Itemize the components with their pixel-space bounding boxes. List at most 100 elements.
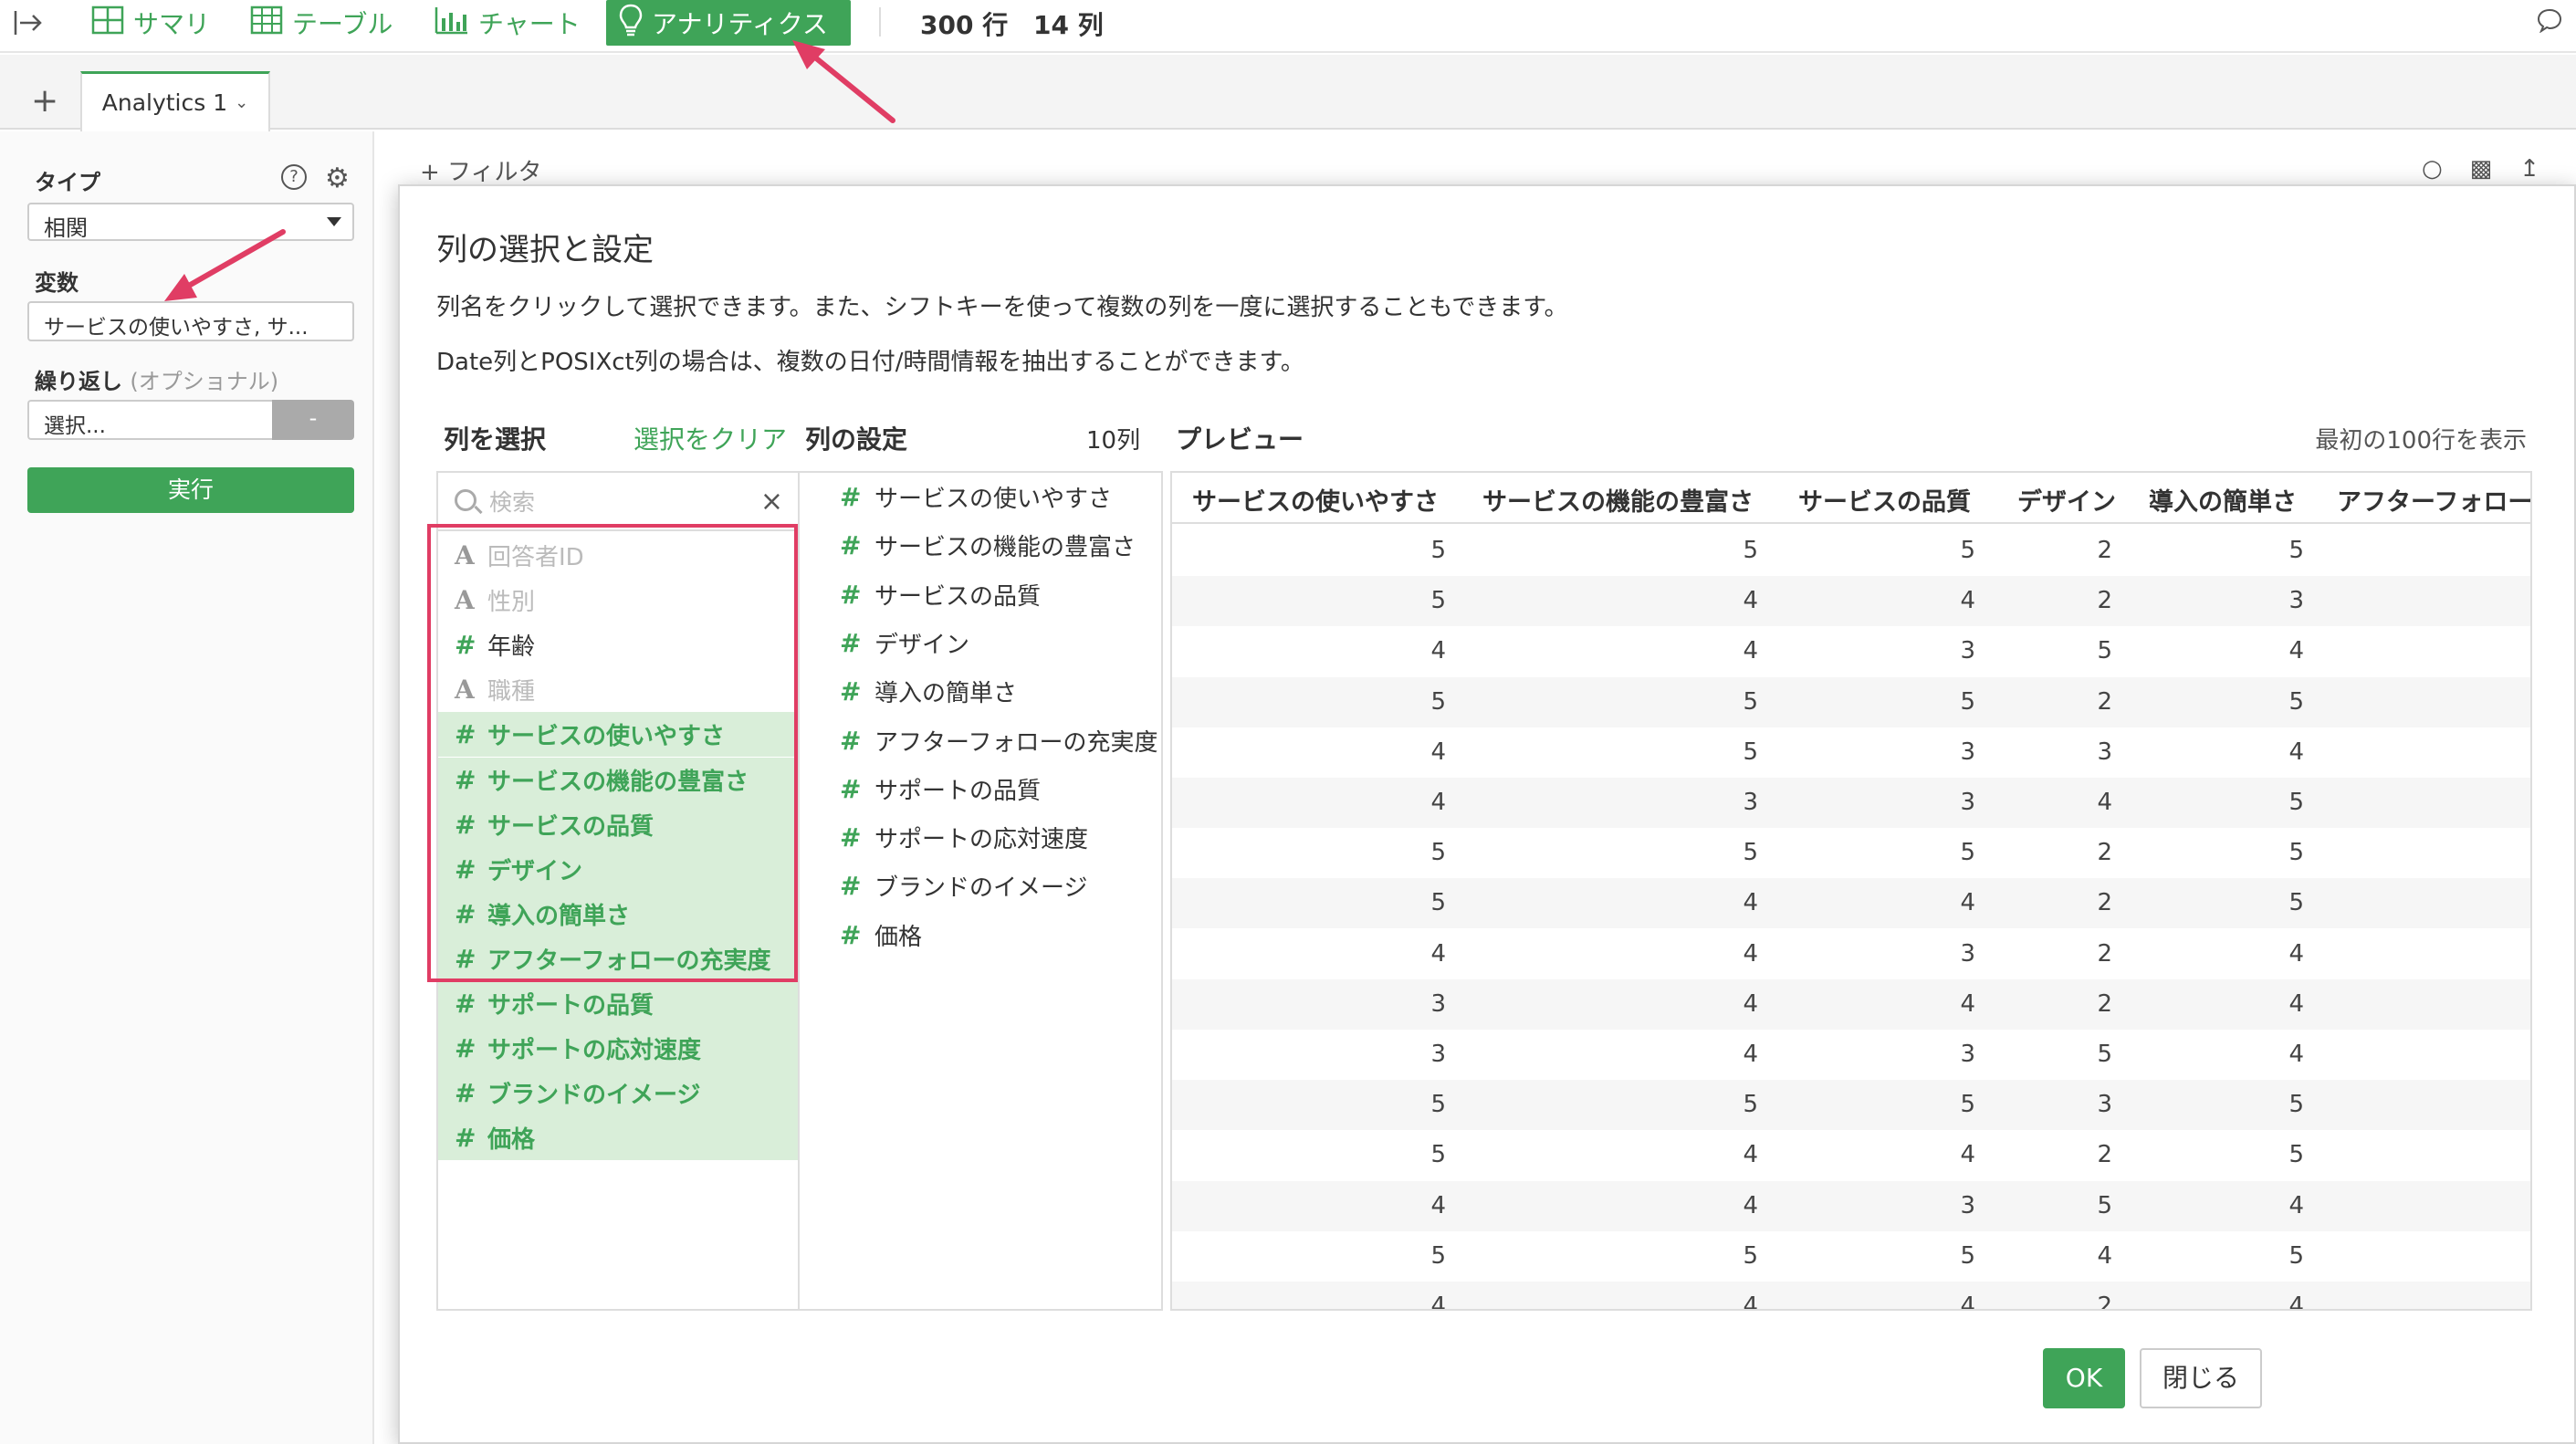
column-list-item[interactable]: # デザイン [438,846,798,892]
toolbar-divider [879,7,881,37]
tab-summary[interactable]: サマリ [91,0,210,46]
chevron-down-icon[interactable]: ⌄ [235,93,248,112]
column-list-item[interactable]: # 導入の簡単さ [438,891,798,937]
variables-field[interactable]: サービスの使いやすさ, サ... [27,301,354,341]
column-setting-label: アフターフォローの充実度 [874,728,1158,757]
bar-chart-icon [435,5,469,41]
column-setting-item[interactable]: # サポートの品質 [800,765,1159,813]
column-list-item[interactable]: # 価格 [438,1115,798,1161]
numeric-type-icon: # [840,530,862,561]
preview-cell: 3 [2097,738,2112,766]
column-list-item[interactable]: A 職種 [438,667,798,712]
preview-cell: 3 [1960,637,1975,665]
column-list-item[interactable]: # ブランドのイメージ [438,1071,798,1116]
preview-cell: 4 [1960,1141,1975,1169]
preview-cell: 5 [2288,789,2304,816]
column-setting-item[interactable]: # サービスの使いやすさ [800,473,1159,521]
search-input[interactable] [489,484,745,520]
variables-label: 変数 [35,270,79,296]
type-select[interactable]: 相関 [27,203,354,241]
main-toolbar-icons: ○▩↥ [2422,155,2567,183]
column-list: × A 回答者ID A 性別 # 年齢 A 職種 # サービスの使いやすさ # サービスの機能の豊富さ… [436,471,800,1311]
tab-analytics-1[interactable]: Analytics 1 ⌄ [80,71,270,131]
preview-row: 4 4 3 5 4 [1172,626,2530,676]
comment-icon[interactable] [2536,7,2563,34]
column-setting-item[interactable]: # サポートの応対速度 [800,813,1159,862]
preview-row: 3 4 3 5 4 [1172,1030,2530,1080]
run-button[interactable]: 実行 [27,467,354,513]
column-list-item[interactable]: # サービスの品質 [438,801,798,847]
preview-cell: 3 [1743,789,1758,816]
column-list-item[interactable]: # サポートの応対速度 [438,1026,798,1072]
column-setting-item[interactable]: # サービスの品質 [800,570,1159,619]
preview-cell: 3 [1960,789,1975,816]
preview-cell: 5 [1743,687,1758,716]
tab-analytics[interactable]: アナリティクス [606,0,851,46]
preview-cell: 4 [2288,1191,2304,1219]
numeric-type-icon: # [455,764,476,795]
column-list-item[interactable]: # サービスの機能の豊富さ [438,757,798,802]
preview-cell: 4 [2288,738,2304,766]
preview-column-header: アフターフォロー [2337,488,2532,517]
preview-row: 5 5 5 4 5 [1172,1231,2530,1282]
column-list-item[interactable]: # アフターフォローの充実度 [438,936,798,981]
search-clear-icon[interactable]: × [760,486,783,518]
analytics-settings-panel: タイプ ? ⚙ 相関 変数 サービスの使いやすさ, サ... 繰り返し (オプシ… [0,131,374,1444]
column-setting-item[interactable]: # デザイン [800,619,1159,667]
preview-cell: 4 [1430,1292,1446,1311]
close-button[interactable]: 閉じる [2140,1348,2262,1408]
column-list-item[interactable]: # サポートの品質 [438,981,798,1026]
preview-cell: 5 [1430,889,1446,917]
column-list-item-label: サービスの機能の豊富さ [487,768,749,796]
grid-icon [91,5,124,41]
export-icon[interactable]: ↥ [2519,155,2567,183]
top-toolbar: サマリ テーブル チャート アナリティクス 300 行 14 列 [0,0,2576,53]
preview-cell: 4 [2097,1241,2112,1270]
column-setting-item[interactable]: # サービスの機能の豊富さ [800,521,1159,570]
column-list-item[interactable]: A 性別 [438,578,798,623]
preview-cell: 5 [2288,1141,2304,1169]
column-list-item[interactable]: # サービスの使いやすさ [438,712,798,758]
clear-selection-link[interactable]: 選択をクリア [634,420,787,456]
column-setting-label: サポートの応対速度 [874,826,1089,854]
type-label: タイプ [35,170,100,195]
tab-chart[interactable]: チャート [435,0,581,46]
chart-icon[interactable]: ▩ [2470,155,2520,183]
column-setting-label: デザイン [874,631,970,659]
repeat-clear-button[interactable]: - [272,400,354,440]
ok-button[interactable]: OK [2043,1348,2125,1408]
help-icon[interactable]: ? [281,164,307,190]
dialog-description: 列名をクリックして選択できます。また、シフトキーを使って複数の列を一度に選択する… [436,294,1568,321]
repeat-select[interactable]: 選択... [27,400,272,440]
preview-cell: 2 [2097,1141,2112,1169]
add-filter-button[interactable]: + フィルタ [420,153,542,187]
column-list-item-label: 導入の簡単さ [487,902,631,930]
comment-icon[interactable]: ○ [2422,155,2470,183]
tab-table[interactable]: テーブル [250,0,393,46]
gear-icon[interactable]: ⚙ [325,162,350,194]
repeat-label-text: 繰り返し [35,369,122,394]
preview-cell: 4 [1430,738,1446,766]
column-setting-item[interactable]: # アフターフォローの充実度 [800,717,1159,765]
column-list-item-label: 性別 [487,589,536,617]
add-tab-button[interactable]: + [31,82,58,120]
preview-cell: 5 [1743,839,1758,867]
tab-table-label: テーブル [292,9,393,39]
preview-cell: 4 [1743,1292,1758,1311]
preview-column-header: サービスの機能の豊富さ [1482,488,1754,517]
column-setting-label: ブランドのイメージ [874,874,1088,903]
column-list-item[interactable]: # 年齢 [438,623,798,667]
column-list-item[interactable]: A 回答者ID [438,533,798,578]
preview-cell: 4 [1430,1191,1446,1219]
preview-cell: 4 [2288,637,2304,665]
numeric-type-icon: # [455,989,476,1019]
preview-cell: 4 [2288,1041,2304,1068]
column-setting-item[interactable]: # 価格 [800,911,1159,959]
table-icon [250,5,283,41]
column-setting-item[interactable]: # ブランドのイメージ [800,862,1159,910]
collapse-right-icon[interactable] [13,0,44,46]
numeric-type-icon: # [455,853,476,884]
preview-row: 5 4 4 2 5 [1172,878,2530,929]
column-setting-item[interactable]: # 導入の簡単さ [800,667,1159,716]
preview-cell: 2 [2097,939,2112,968]
